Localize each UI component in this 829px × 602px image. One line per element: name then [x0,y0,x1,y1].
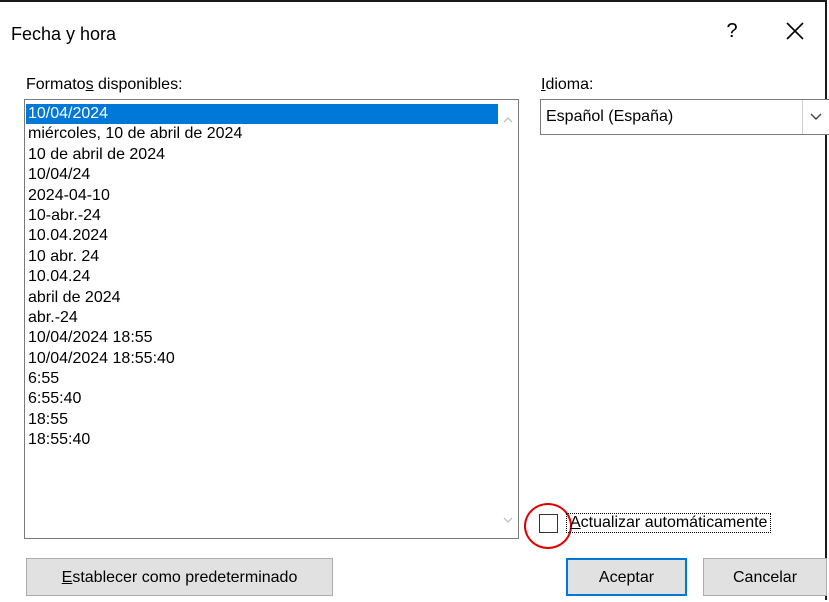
set-default-button[interactable]: Establecer como predeterminado [26,558,333,596]
format-list-item[interactable]: 10.04.2024 [26,226,502,246]
language-select-value: Español (España) [546,108,674,125]
formats-label: Formatos disponibles: [26,76,183,93]
chevron-down-icon [810,113,822,120]
language-dropdown-button[interactable] [802,100,829,134]
format-list-item[interactable]: 10 de abril de 2024 [26,145,502,165]
highlight-circle [524,503,572,549]
scroll-down-icon[interactable] [502,514,514,526]
dialog-title: Fecha y hora [11,24,117,44]
formats-list: 10/04/2024 miércoles, 10 de abril de 2024… [26,104,502,451]
language-label: Idioma: [541,76,594,93]
formats-scrollbar[interactable] [498,100,518,538]
format-list-item[interactable]: 6:55:40 [26,389,502,409]
format-list-item[interactable]: 6:55 [26,369,502,389]
ok-button[interactable]: Aceptar [566,558,687,596]
close-icon [786,22,804,40]
format-list-item[interactable]: 10-abr.-24 [26,206,502,226]
format-list-item[interactable]: 10/04/2024 18:55 [26,328,502,348]
format-list-item[interactable]: 18:55 [26,410,502,430]
cancel-button[interactable]: Cancelar [703,558,827,596]
date-time-dialog: Fecha y hora ? Formatos disponibles: 10/… [0,0,829,600]
close-button[interactable] [780,16,810,46]
format-list-item[interactable]: abril de 2024 [26,288,502,308]
format-list-item[interactable]: 10.04.24 [26,267,502,287]
language-select[interactable]: Español (España) [540,99,829,135]
format-list-item[interactable]: 10/04/24 [26,165,502,185]
format-list-item[interactable]: abr.-24 [26,308,502,328]
format-list-item[interactable]: 18:55:40 [26,430,502,450]
format-list-item[interactable]: 10 abr. 24 [26,247,502,267]
format-list-item[interactable]: 2024-04-10 [26,186,502,206]
help-button[interactable]: ? [722,20,742,43]
format-list-item[interactable]: 10/04/2024 [26,104,502,125]
formats-listbox[interactable]: 10/04/2024 miércoles, 10 de abril de 2024… [24,99,519,539]
format-list-item[interactable]: miércoles, 10 de abril de 2024 [26,124,502,144]
scroll-up-icon[interactable] [502,114,514,126]
auto-update-label[interactable]: Actualizar automáticamente [566,513,772,533]
format-list-item[interactable]: 10/04/2024 18:55:40 [26,349,502,369]
